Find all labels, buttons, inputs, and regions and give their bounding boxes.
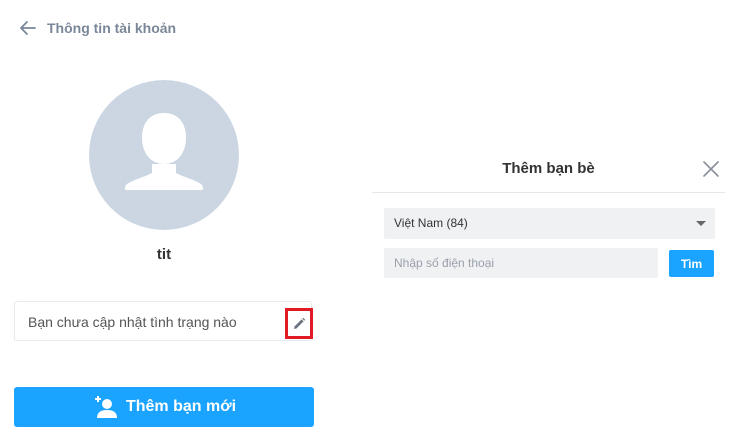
phone-number-input[interactable] (384, 248, 658, 278)
search-button[interactable]: Tìm (669, 250, 714, 277)
status-text: Bạn chưa cập nhật tình trạng nào (28, 314, 237, 330)
account-header: Thông tin tài khoản (18, 17, 176, 39)
country-code-value: Việt Nam (84) (394, 216, 468, 230)
pencil-icon (294, 317, 306, 329)
caret-down-icon (696, 221, 706, 226)
close-icon[interactable] (703, 161, 719, 177)
edit-status-button[interactable] (285, 308, 313, 339)
add-friend-panel-title: Thêm bạn bè (502, 160, 595, 177)
add-user-icon (94, 396, 117, 418)
username: tit (156, 246, 172, 263)
add-new-friend-button[interactable]: Thêm bạn mới (14, 387, 314, 427)
country-code-select[interactable]: Việt Nam (84) (384, 208, 715, 239)
add-new-friend-label: Thêm bạn mới (125, 398, 237, 415)
avatar[interactable] (89, 80, 239, 230)
user-silhouette-icon (125, 113, 203, 190)
panel-divider (372, 192, 725, 193)
status-box: Bạn chưa cập nhật tình trạng nào (14, 301, 312, 341)
arrow-left-icon[interactable] (18, 18, 38, 38)
page-title: Thông tin tài khoản (47, 20, 177, 36)
